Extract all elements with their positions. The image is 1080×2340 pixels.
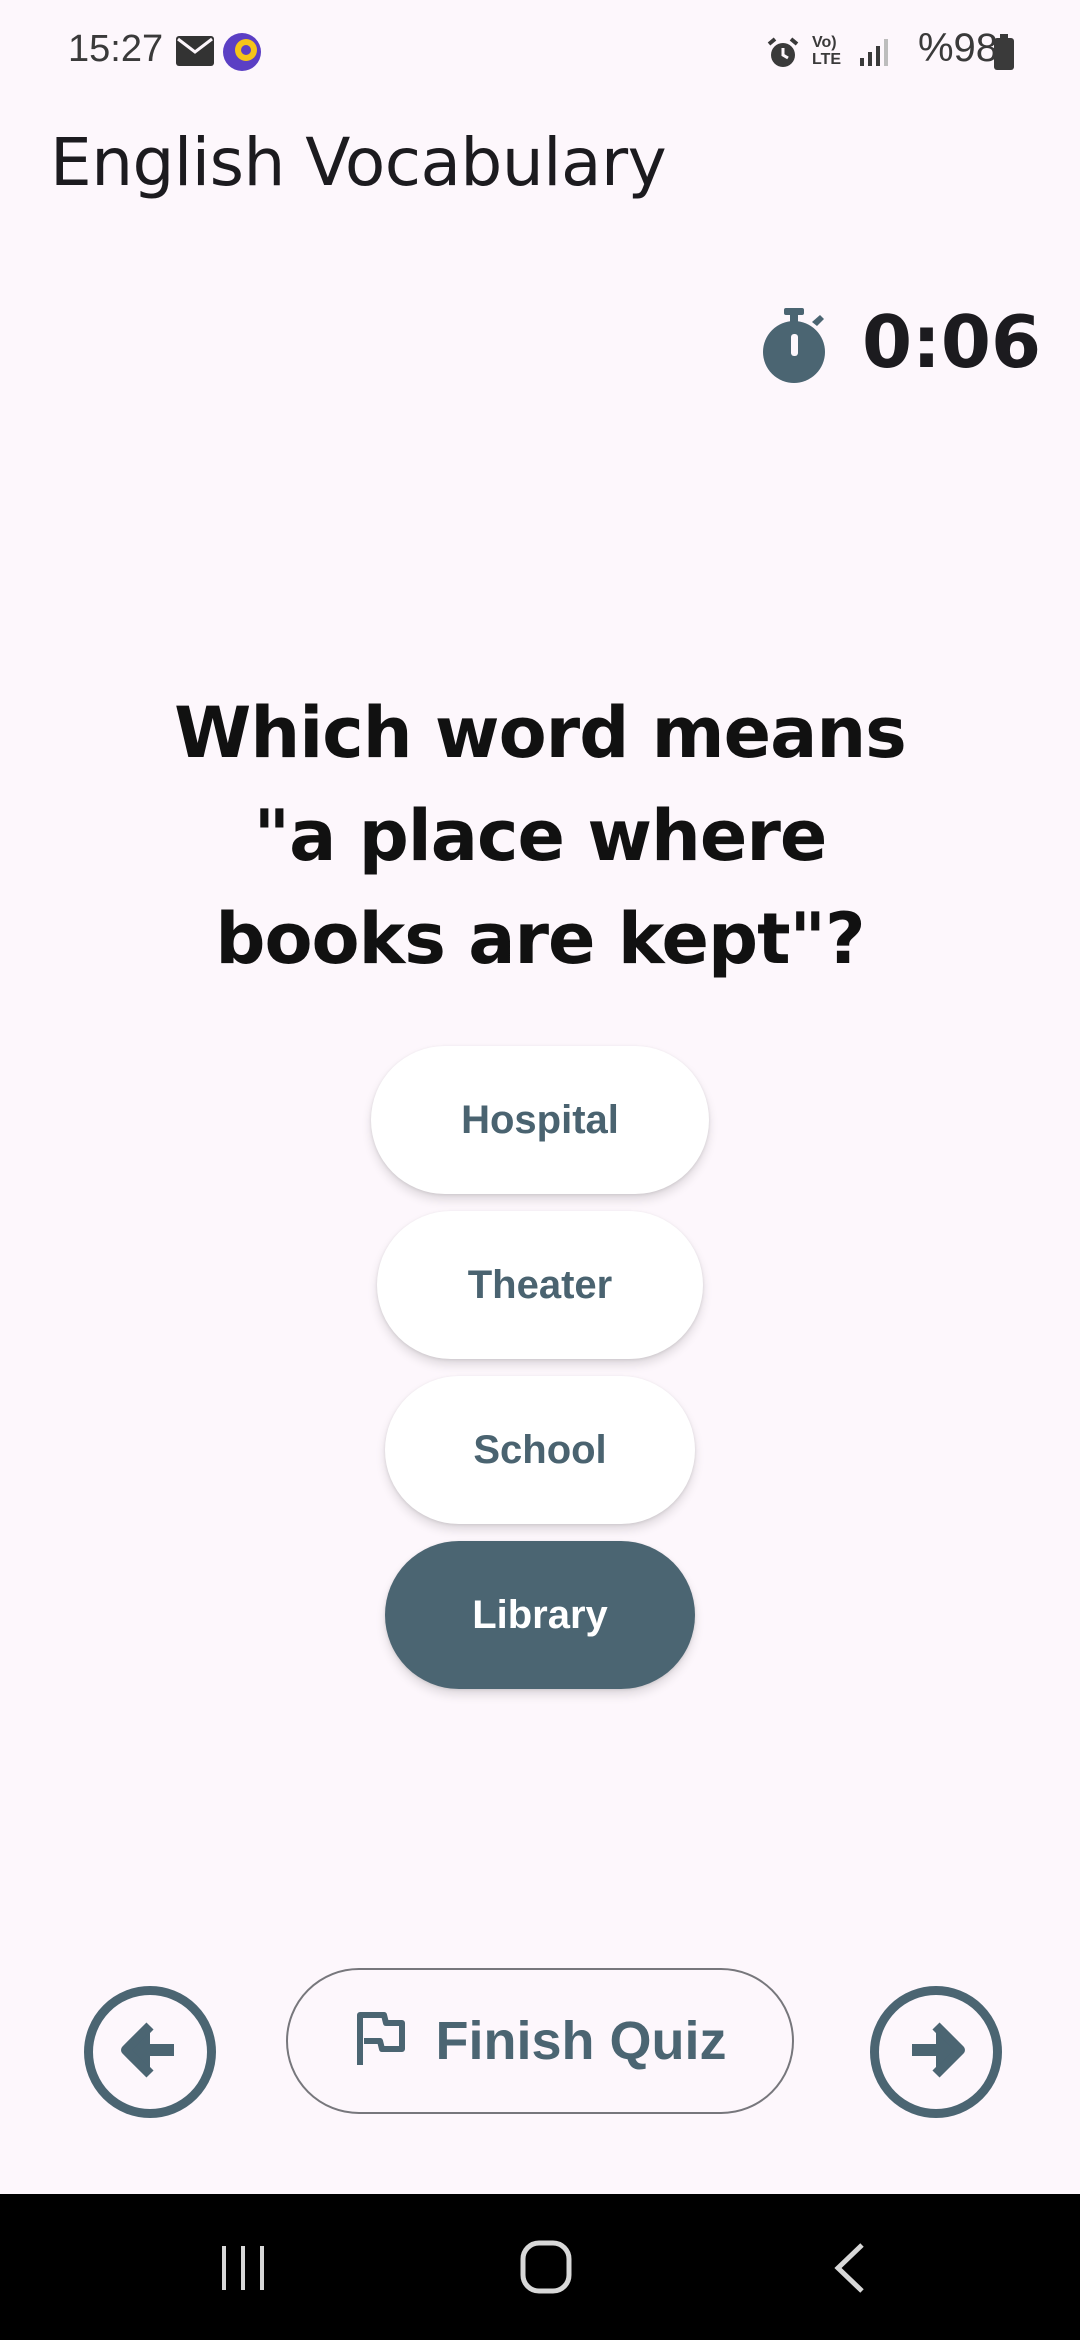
next-question-button[interactable] <box>870 1986 1002 2118</box>
timer-value: 0:06 <box>862 300 1042 384</box>
app-notification-icon <box>222 32 264 77</box>
battery-icon <box>994 34 1014 75</box>
finish-quiz-label: Finish Quiz <box>435 2011 727 2071</box>
volte-icon: Vo) LTE <box>812 34 842 68</box>
status-time: 15:27 <box>68 28 164 70</box>
back-icon[interactable] <box>832 2242 868 2299</box>
previous-question-button[interactable] <box>84 1986 216 2118</box>
finish-quiz-button[interactable]: Finish Quiz <box>286 1968 794 2114</box>
mail-icon <box>176 36 214 71</box>
home-icon[interactable] <box>520 2240 572 2299</box>
recent-apps-icon[interactable] <box>218 2244 268 2297</box>
stopwatch-icon <box>760 306 828 391</box>
flag-icon <box>354 2011 406 2072</box>
alarm-icon <box>766 36 800 75</box>
system-navigation-bar <box>0 2194 1080 2340</box>
answer-option-school[interactable]: School <box>385 1376 695 1524</box>
question-text: Which word means "a place where books ar… <box>174 692 907 980</box>
battery-percent: %98 <box>917 26 998 70</box>
answer-option-library[interactable]: Library <box>385 1541 695 1689</box>
arrow-left-icon <box>118 2020 182 2085</box>
status-bar: 15:27 Vo) LTE %98 <box>0 0 1080 100</box>
app-title: English Vocabulary <box>50 124 667 201</box>
arrow-right-icon <box>904 2020 968 2085</box>
answer-option-theater[interactable]: Theater <box>377 1211 703 1359</box>
signal-icon <box>858 36 890 73</box>
answer-option-hospital[interactable]: Hospital <box>371 1046 709 1194</box>
